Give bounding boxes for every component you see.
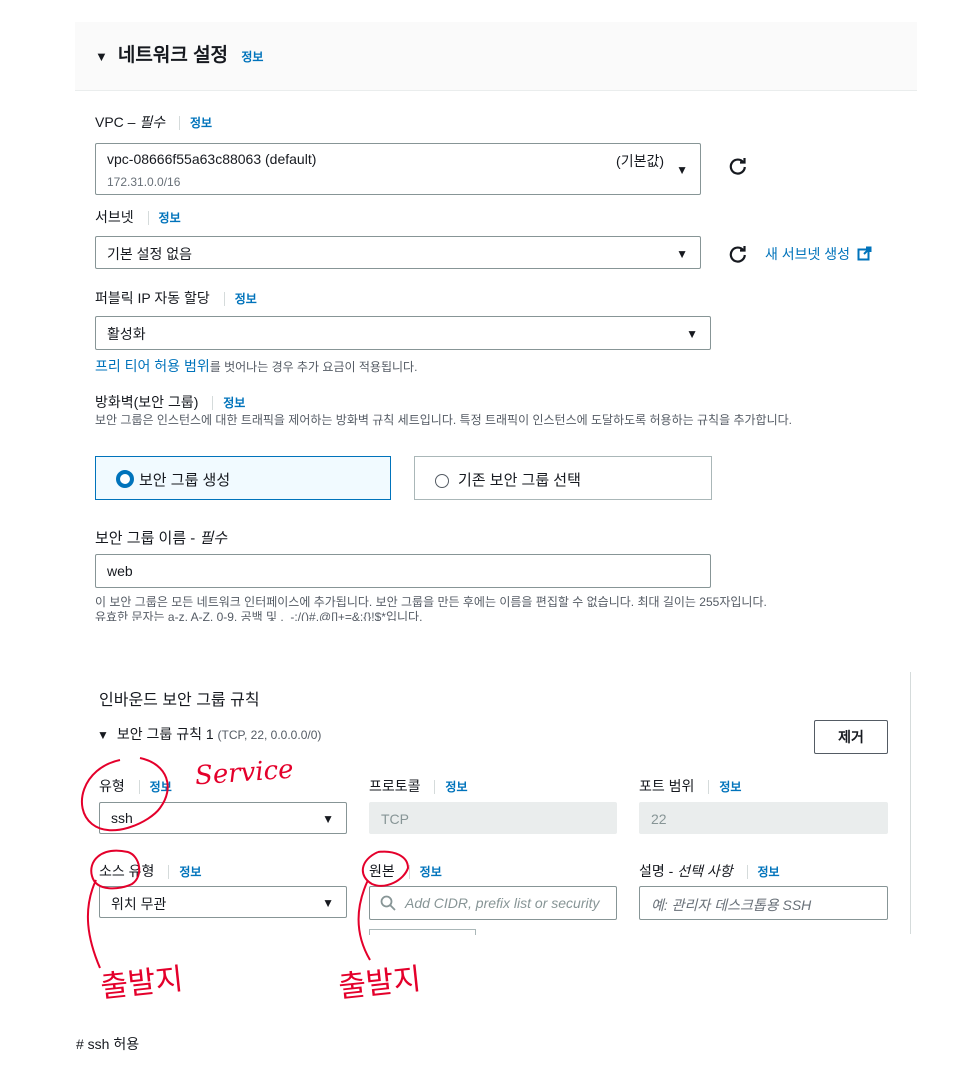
type-circle-mark <box>80 757 169 832</box>
caption: # ssh 허용 <box>76 1036 140 1052</box>
source-type-circle-mark <box>86 849 141 969</box>
right-source-annotation: 출발지 <box>336 962 423 1005</box>
annotation-marks <box>80 757 410 969</box>
source-circle-mark <box>357 850 410 961</box>
left-source-annotation: 출발지 <box>98 962 185 1005</box>
